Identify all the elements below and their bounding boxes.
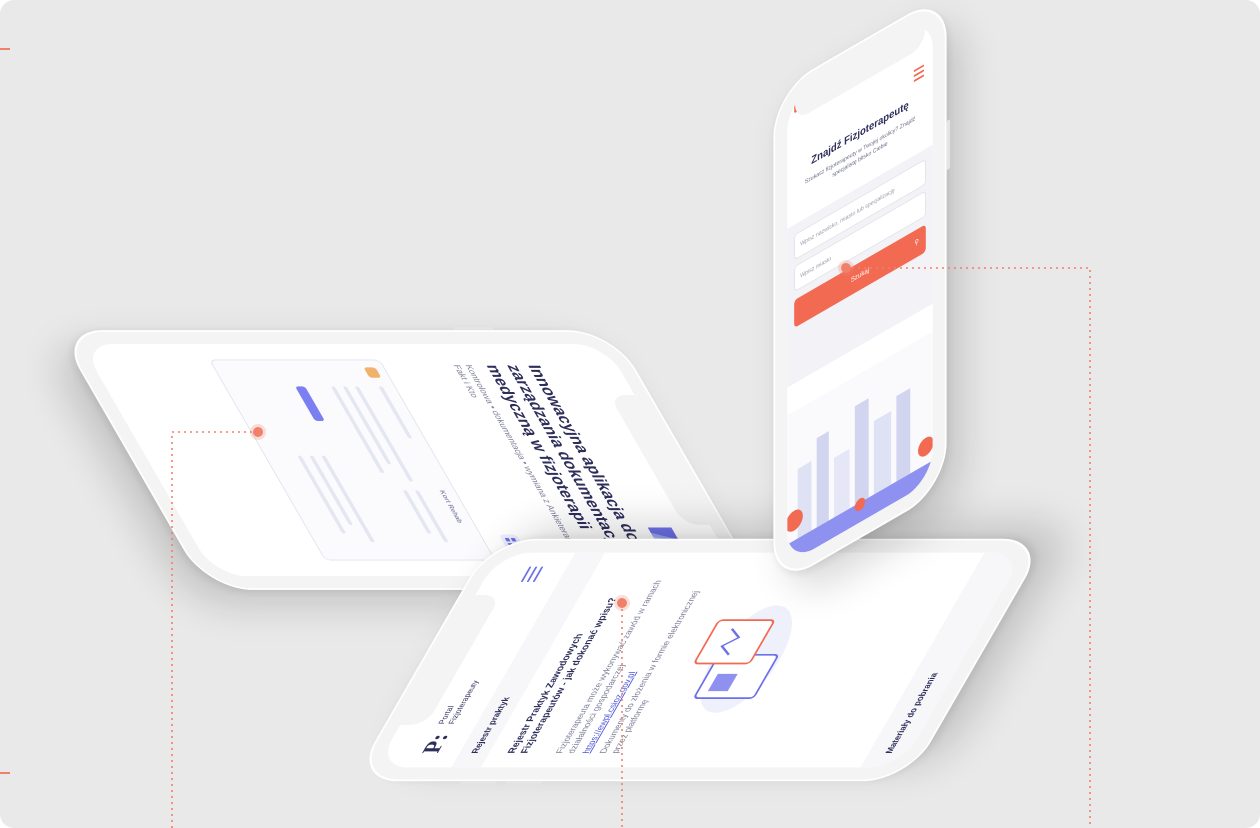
text-line	[297, 455, 347, 534]
window-heading: Kort Rehab	[437, 490, 464, 523]
hamburger-icon[interactable]	[913, 64, 925, 86]
phone-screen: P: Portal Fizjoterapeuty Rejestr praktyk…	[375, 552, 1025, 768]
text-line	[330, 386, 385, 473]
text-line	[354, 386, 414, 482]
callout-dot-portal[interactable]	[617, 598, 627, 608]
app-preview-window: Kort Rehab	[209, 359, 496, 561]
phone-mockup-finder: Znajdź Fizjoterapeutę Znajdź Fizjoterape…	[773, 0, 951, 589]
edge-marker-top	[0, 48, 10, 50]
callout-dot-app[interactable]	[253, 427, 263, 437]
downloads-heading: Materiały do pobrania	[860, 552, 1025, 768]
volume-button	[452, 326, 494, 331]
text-line	[321, 455, 376, 543]
presentation-canvas: Innowacyjna aplikacja do zarządzania dok…	[0, 0, 1260, 828]
portal-logo-mark: P:	[417, 733, 455, 754]
phone-screen: Znajdź Fizjoterapeutę Znajdź Fizjoterape…	[787, 15, 933, 565]
avatar	[363, 367, 382, 378]
volume-button	[504, 781, 543, 785]
edge-marker-bottom	[0, 772, 10, 774]
callout-dot-finder[interactable]	[841, 263, 851, 273]
hamburger-icon[interactable]	[520, 566, 548, 583]
power-button	[946, 118, 951, 171]
preview-button	[295, 386, 325, 422]
location-pin-icon: ⚲	[914, 238, 919, 248]
volume-button	[459, 781, 497, 785]
search-button-label: Szukaj	[850, 266, 870, 285]
